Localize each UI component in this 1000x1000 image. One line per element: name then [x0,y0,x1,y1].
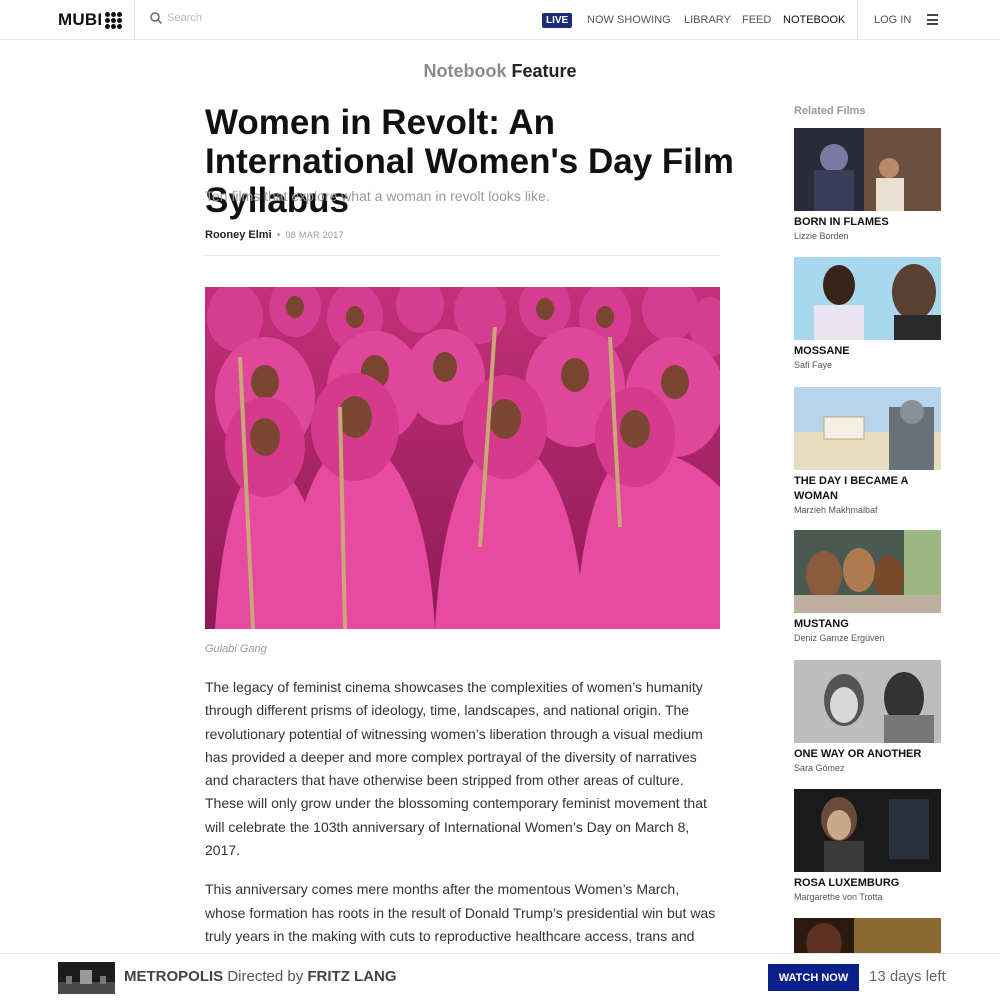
image-caption: Gulabi Gang [205,643,267,655]
header-divider [134,0,135,40]
film-director: Marzieh Makhmalbaf [794,505,878,515]
now-showing-bar: METROPOLIS Directed by FRITZ LANG WATCH … [0,953,1000,1000]
login-link[interactable]: LOG IN [874,14,911,26]
film-director[interactable]: FRITZ LANG [307,968,396,985]
logo-dots-icon [105,11,123,29]
article-subtitle: Ten films that explore what a woman in r… [205,188,550,204]
top-header: MUBI LIVE NOW SHOWING LIBRARY FEED NOTEB… [0,0,1000,40]
film-thumbnail[interactable] [794,128,941,211]
film-title[interactable]: MUSTANG [794,617,942,632]
now-showing-text: METROPOLIS Directed by FRITZ LANG [124,968,397,985]
publish-date: 08 MAR 2017 [285,230,344,240]
film-title[interactable]: MOSSANE [794,344,942,359]
film-director: Deniz Gamze Ergüven [794,633,885,643]
film-thumbnail[interactable] [794,257,941,340]
search-icon [150,12,162,24]
days-left-label: 13 days left [869,968,946,985]
film-title[interactable]: ROSA LUXEMBURG [794,876,942,891]
byline-separator: • [276,229,281,241]
kicker-type: Feature [511,61,577,81]
live-badge[interactable]: LIVE [542,12,573,28]
hero-image [205,287,720,629]
hamburger-menu-icon[interactable] [927,14,938,25]
logo-text: MUBI [58,10,103,29]
film-title[interactable]: BORN IN FLAMES [794,215,942,230]
film-thumbnail[interactable] [794,660,941,743]
nav-notebook[interactable]: NOTEBOOK [783,14,845,26]
film-thumbnail[interactable] [794,918,941,953]
related-film-card[interactable]: MUSTANG Deniz Gamze Ergüven [794,530,942,643]
section-kicker: Notebook Feature [0,61,1000,82]
search-bar[interactable] [150,12,367,24]
film-title[interactable]: THE DAY I BECAME A WOMAN [794,474,942,504]
search-input[interactable] [167,12,367,24]
byline-divider [205,255,720,256]
related-films-heading: Related Films [794,105,866,117]
nav-live[interactable]: LIVE [542,0,573,40]
film-director: Margarethe von Trotta [794,892,883,902]
nav-now-showing[interactable]: NOW SHOWING [587,14,671,26]
related-film-card[interactable]: MOSSANE Safi Faye [794,257,942,370]
directed-by-label: Directed by [227,968,304,985]
article-body: The legacy of feminist cinema showcases … [205,676,723,1000]
mubi-logo[interactable]: MUBI [58,10,123,30]
film-director: Lizzie Borden [794,231,849,241]
watch-now-button[interactable]: WATCH NOW [768,964,859,991]
author-link[interactable]: Rooney Elmi [205,229,272,241]
related-film-card[interactable]: BORN IN FLAMES Lizzie Borden [794,128,942,241]
nav-feed[interactable]: FEED [742,14,771,26]
kicker-section[interactable]: Notebook [423,61,506,81]
byline: Rooney Elmi • 08 MAR 2017 [205,229,344,241]
film-director: Safi Faye [794,360,833,370]
film-thumbnail[interactable] [794,789,941,872]
film-thumbnail[interactable] [794,530,941,613]
film-thumbnail[interactable] [58,962,115,994]
related-film-card[interactable]: ROSA LUXEMBURG Margarethe von Trotta [794,789,942,902]
related-film-card[interactable] [794,918,942,953]
film-director: Sara Gómez [794,763,845,773]
film-title[interactable]: ONE WAY OR ANOTHER [794,747,942,762]
related-film-card[interactable]: ONE WAY OR ANOTHER Sara Gómez [794,660,942,773]
film-title[interactable]: METROPOLIS [124,968,223,985]
paragraph: The legacy of feminist cinema showcases … [205,679,707,859]
film-thumbnail[interactable] [794,387,941,470]
related-film-card[interactable]: THE DAY I BECAME A WOMAN Marzieh Makhmal… [794,387,942,515]
header-divider [857,0,858,40]
nav-library[interactable]: LIBRARY [684,14,731,26]
